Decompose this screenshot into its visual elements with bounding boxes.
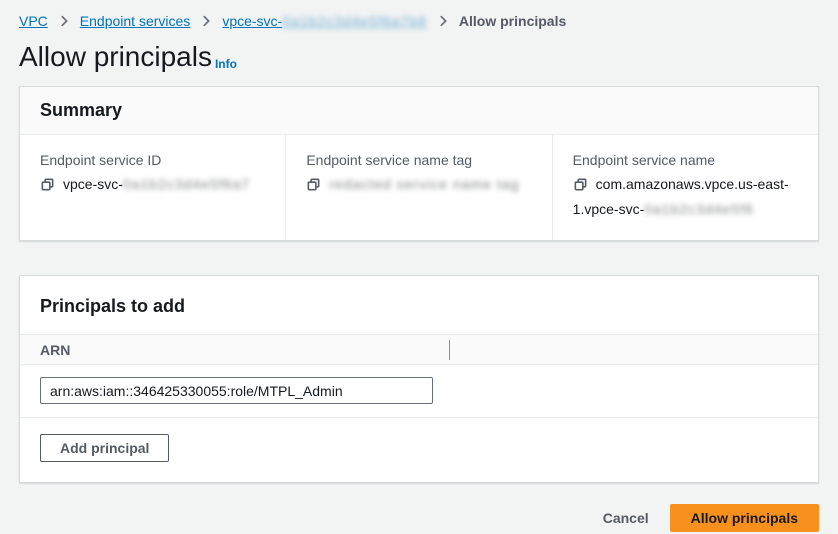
breadcrumb-endpoint-services-link[interactable]: Endpoint services — [80, 13, 191, 29]
summary-field-endpoint-service-id: Endpoint service ID vpce-svc-0a1b2c3d4e5… — [20, 135, 285, 240]
arn-input[interactable] — [40, 377, 433, 404]
field-label: Endpoint service name — [573, 150, 798, 170]
summary-card-header: Summary — [20, 87, 818, 135]
breadcrumb-vpc-link[interactable]: VPC — [19, 13, 48, 29]
value-redacted: 0a1b2c3d4e5f6a7 — [123, 176, 250, 192]
arn-column-header: ARN — [40, 342, 449, 358]
chevron-right-icon — [57, 14, 71, 28]
principals-card-title: Principals to add — [40, 296, 798, 317]
column-resize-handle[interactable] — [449, 340, 450, 360]
field-label: Endpoint service name tag — [306, 150, 531, 170]
page-title: Allow principals — [19, 40, 212, 74]
principal-arn-row — [20, 365, 818, 418]
field-value: redacted service name tag — [306, 173, 531, 198]
summary-card: Summary Endpoint service ID vpce-svc-0a1… — [19, 86, 819, 241]
principals-card-footer: Add principal — [20, 418, 818, 482]
info-link[interactable]: Info — [215, 57, 237, 71]
breadcrumb-service-id-prefix: vpce-svc- — [222, 13, 282, 29]
summary-card-title: Summary — [40, 100, 798, 121]
summary-grid: Endpoint service ID vpce-svc-0a1b2c3d4e5… — [20, 135, 818, 240]
principals-card: Principals to add ARN Add principal — [19, 275, 819, 483]
chevron-right-icon — [436, 14, 450, 28]
field-value: vpce-svc-0a1b2c3d4e5f6a7 — [40, 173, 265, 198]
summary-field-endpoint-service-name-tag: Endpoint service name tag redacted servi… — [285, 135, 551, 240]
value-redacted: redacted service name tag — [329, 176, 519, 192]
breadcrumb: VPC Endpoint services vpce-svc-0a1b2c3d4… — [19, 0, 819, 29]
cancel-button[interactable]: Cancel — [590, 504, 662, 532]
allow-principals-page: VPC Endpoint services vpce-svc-0a1b2c3d4… — [0, 0, 838, 532]
field-value: com.amazonaws.vpce.us-east-1.vpce-svc-0a… — [573, 173, 798, 220]
page-actions: Cancel Allow principals — [19, 504, 819, 532]
copy-icon[interactable] — [573, 176, 588, 198]
value-redacted: 0a1b2c3d4e5f6 — [644, 201, 754, 217]
breadcrumb-service-id-link[interactable]: vpce-svc-0a1b2c3d4e5f6a7b8 — [222, 13, 427, 29]
breadcrumb-current-page: Allow principals — [459, 13, 566, 29]
principals-table-header: ARN — [20, 334, 818, 365]
summary-field-endpoint-service-name: Endpoint service name com.amazonaws.vpce… — [552, 135, 818, 240]
allow-principals-button[interactable]: Allow principals — [670, 504, 819, 532]
value-prefix: vpce-svc- — [63, 176, 123, 192]
field-label: Endpoint service ID — [40, 150, 265, 170]
copy-icon[interactable] — [306, 176, 321, 198]
principals-card-header: Principals to add — [20, 276, 818, 334]
add-principal-button[interactable]: Add principal — [40, 434, 169, 462]
chevron-right-icon — [199, 14, 213, 28]
copy-icon[interactable] — [40, 176, 55, 198]
breadcrumb-service-id-redacted: 0a1b2c3d4e5f6a7b8 — [282, 13, 427, 29]
page-title-row: Allow principals Info — [19, 40, 819, 74]
